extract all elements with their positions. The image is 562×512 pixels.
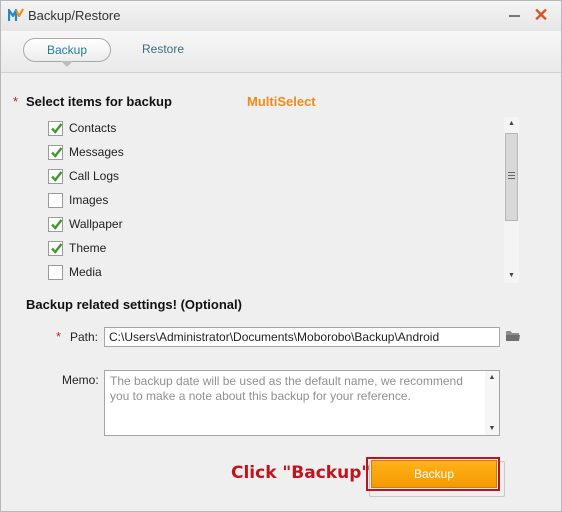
memo-label: Memo: [62,373,99,387]
items-scrollbar[interactable]: ▲ ▼ [504,117,519,283]
scroll-up-arrow-icon[interactable]: ▲ [485,371,499,384]
list-item-images[interactable]: Images [48,192,248,210]
multiselect-link[interactable]: MultiSelect [247,94,316,109]
list-item-theme[interactable]: Theme [48,240,248,258]
required-mark: * [56,329,62,344]
scrollbar-thumb[interactable] [505,133,518,221]
checkbox-call-logs[interactable] [48,169,63,184]
close-button[interactable]: ✕ [531,5,551,25]
backup-panel: * Select items for backup MultiSelect Co… [1,73,561,511]
check-icon [51,243,63,254]
highlight-annotation-box [366,457,500,491]
list-item-label: Theme [69,241,107,255]
checkbox-theme[interactable] [48,241,63,256]
memo-field: ▲ ▼ [104,370,500,436]
tab-backup[interactable]: Backup [23,38,111,62]
list-item-call-logs[interactable]: Call Logs [48,168,248,186]
list-item-contacts[interactable]: Contacts [48,120,248,138]
select-items-heading: Select items for backup [26,94,172,109]
grip-icon [508,172,515,179]
scroll-down-arrow-icon[interactable]: ▼ [504,269,519,283]
active-tab-pointer [61,61,73,67]
backup-restore-window: Backup/Restore ✕ Backup Restore * Select… [0,0,562,512]
tab-restore[interactable]: Restore [125,38,201,62]
checkbox-images[interactable] [48,193,63,208]
tab-bar: Backup Restore [1,31,561,73]
checkbox-messages[interactable] [48,145,63,160]
minimize-button[interactable] [506,6,524,24]
check-icon [51,123,63,134]
check-icon [51,171,63,182]
backup-items-list: Contacts Messages Call Logs Images Wallp… [41,117,519,283]
scroll-up-arrow-icon[interactable]: ▲ [504,117,519,131]
scroll-down-arrow-icon[interactable]: ▼ [485,422,499,435]
list-item-messages[interactable]: Messages [48,144,248,162]
click-backup-hint: Click "Backup" [231,463,371,483]
list-item-wallpaper[interactable]: Wallpaper [48,216,248,234]
check-icon [51,219,63,230]
memo-scrollbar[interactable]: ▲ ▼ [485,371,499,435]
title-bar: Backup/Restore ✕ [1,1,561,31]
list-item-label: Media [69,265,102,279]
path-label: Path: [70,330,99,344]
memo-textarea[interactable] [105,371,485,435]
list-item-media[interactable]: Media [48,264,248,282]
app-logo-icon [8,8,24,21]
list-item-label: Wallpaper [69,217,123,231]
path-input[interactable] [104,327,500,347]
checkbox-media[interactable] [48,265,63,280]
folder-icon[interactable] [505,329,521,343]
checkbox-wallpaper[interactable] [48,217,63,232]
list-item-label: Images [69,193,109,207]
check-icon [51,147,63,158]
checkbox-contacts[interactable] [48,121,63,136]
list-item-label: Contacts [69,121,117,135]
settings-heading: Backup related settings! (Optional) [26,297,242,312]
list-item-label: Messages [69,145,124,159]
window-title: Backup/Restore [28,8,121,23]
list-item-label: Call Logs [69,169,120,183]
required-mark: * [13,94,19,109]
